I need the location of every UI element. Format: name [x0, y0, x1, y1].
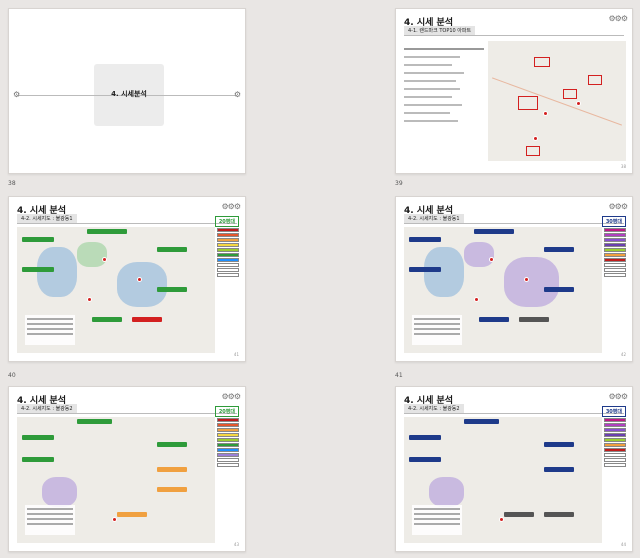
slide-thumbnail[interactable]: 4. 시세 분석 4-2. 시세지도 : 불광동1 ⚙⚙⚙ 30평대 42 [395, 196, 633, 362]
slide-thumbnail[interactable]: ⚙ ⚙ 4. 시세분석 [8, 8, 246, 174]
size-badge: 20평대 [214, 216, 239, 227]
ranking-table [404, 43, 484, 153]
gear-icon: ⚙⚙⚙ [221, 392, 240, 401]
legend [217, 417, 239, 468]
legend [604, 417, 626, 468]
slide-number: 40 [8, 372, 16, 379]
slide-number: 41 [395, 372, 403, 379]
slide-subtitle: 4-2. 시세지도 : 불광동2 [17, 404, 77, 413]
divider [17, 223, 237, 224]
divider [17, 413, 237, 414]
gear-icon: ⚙⚙⚙ [608, 392, 627, 401]
slide-thumbnail[interactable]: 4. 시세 분석 4-2. 시세지도 : 불광동1 ⚙⚙⚙ 20평대 41 [8, 196, 246, 362]
price-map [17, 417, 215, 543]
note-box [25, 315, 75, 345]
slide-thumbnail[interactable]: 4. 시세 분석 4-1. 랜드마크 TOP10 아파트 ⚙⚙⚙ 38 [395, 8, 633, 174]
gear-icon: ⚙⚙⚙ [221, 202, 240, 211]
note-box [412, 505, 462, 535]
divider [404, 35, 624, 36]
legend [604, 227, 626, 278]
size-badge: 20평대 [214, 406, 239, 417]
size-badge: 30평대 [601, 406, 626, 417]
gear-icon: ⚙⚙⚙ [608, 14, 627, 23]
page-number: 43 [233, 542, 239, 547]
gear-icon: ⚙⚙⚙ [608, 202, 627, 211]
page-number: 42 [620, 352, 626, 357]
gear-icon: ⚙ [233, 90, 241, 99]
landmark-map [488, 41, 626, 161]
gear-icon: ⚙ [13, 90, 21, 99]
slide-subtitle: 4-2. 시세지도 : 불광동1 [404, 214, 464, 223]
slide-thumbnail[interactable]: 4. 시세 분석 4-2. 시세지도 : 불광동2 ⚙⚙⚙ 20평대 43 [8, 386, 246, 552]
page-number: 38 [620, 164, 626, 169]
price-map [404, 227, 602, 353]
divider [404, 223, 624, 224]
page-number: 44 [620, 542, 626, 547]
cover-title: 4. 시세분석 [111, 90, 147, 98]
divider [404, 413, 624, 414]
slide-subtitle: 4-1. 랜드마크 TOP10 아파트 [404, 26, 476, 35]
price-map [404, 417, 602, 543]
slide-subtitle: 4-2. 시세지도 : 불광동2 [404, 404, 464, 413]
slide-thumbnail[interactable]: 4. 시세 분석 4-2. 시세지도 : 불광동2 ⚙⚙⚙ 30평대 44 [395, 386, 633, 552]
size-badge: 30평대 [601, 216, 626, 227]
slide-number: 38 [8, 180, 16, 187]
note-box [25, 505, 75, 535]
slide-subtitle: 4-2. 시세지도 : 불광동1 [17, 214, 77, 223]
note-box [412, 315, 462, 345]
legend [217, 227, 239, 278]
page-number: 41 [233, 352, 239, 357]
slide-number: 39 [395, 180, 403, 187]
price-map [17, 227, 215, 353]
